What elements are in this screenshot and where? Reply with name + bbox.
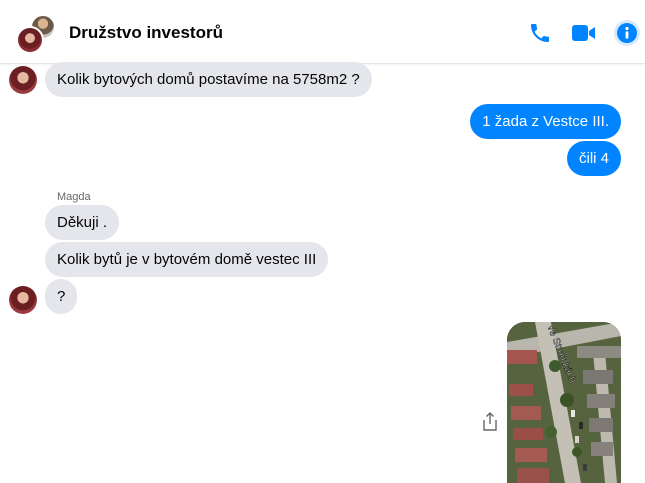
incoming-message[interactable]: Děkuji . xyxy=(45,205,120,240)
sender-avatar[interactable] xyxy=(9,66,37,94)
conversation-header: Družstvo investorů xyxy=(0,0,645,64)
video-call-button[interactable] xyxy=(571,20,597,46)
phone-icon xyxy=(531,24,549,42)
incoming-message[interactable]: Kolik bytů je v bytovém domě vestec III xyxy=(45,242,329,277)
info-icon xyxy=(614,20,640,46)
audio-call-button[interactable] xyxy=(527,20,553,46)
sender-name: Magda xyxy=(57,191,91,203)
map-image-attachment[interactable]: Ve Stromkách xyxy=(507,322,621,483)
incoming-message[interactable]: ? xyxy=(45,279,78,314)
outgoing-message[interactable]: čili 4 xyxy=(566,141,621,176)
conversation-info-button[interactable] xyxy=(614,20,640,46)
conversation-title[interactable]: Družstvo investorů xyxy=(69,23,223,43)
share-icon[interactable] xyxy=(482,412,498,432)
member-avatar xyxy=(16,26,44,54)
video-icon xyxy=(572,25,595,41)
group-avatar[interactable] xyxy=(16,14,56,54)
outgoing-message[interactable]: 1 žada z Vestce III. xyxy=(470,104,621,139)
incoming-message[interactable]: Kolik bytových domů postavíme na 5758m2 … xyxy=(45,62,372,97)
sender-avatar[interactable] xyxy=(9,286,37,314)
